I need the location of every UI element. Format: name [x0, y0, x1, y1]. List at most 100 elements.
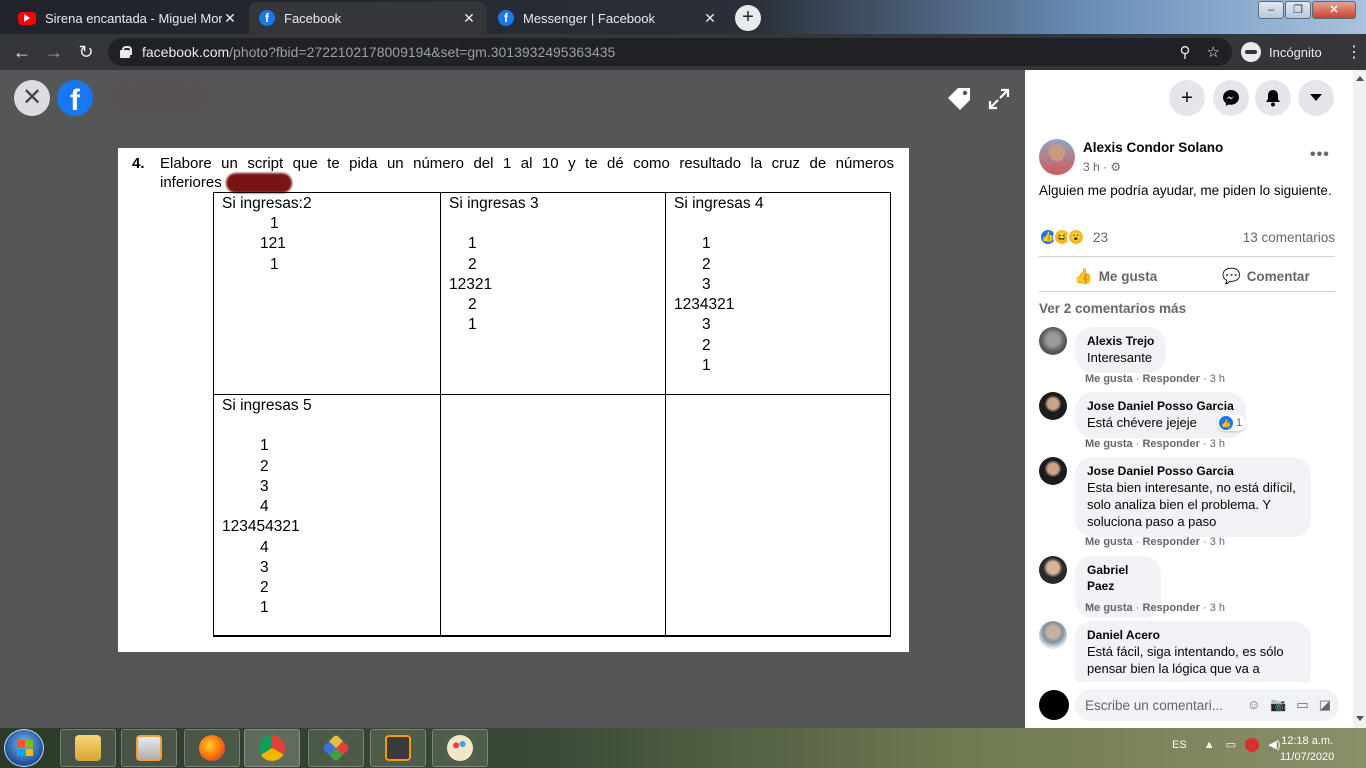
avatar[interactable]: [1039, 690, 1069, 720]
comment-reply-link[interactable]: Responder: [1142, 536, 1199, 548]
camera-icon[interactable]: 📷: [1270, 697, 1286, 713]
address-bar[interactable]: facebook.com/photo?fbid=2722102178009194…: [108, 38, 1232, 66]
clock-date: 11/07/2020: [1280, 751, 1335, 763]
scrollbar[interactable]: [1353, 70, 1366, 728]
avatar[interactable]: [1039, 139, 1075, 175]
comment-like-link[interactable]: Me gusta: [1085, 373, 1133, 385]
cell-line: 3: [260, 478, 269, 495]
media-player-icon: [136, 735, 162, 761]
comment-author[interactable]: Daniel Acero: [1087, 627, 1299, 643]
like-button[interactable]: 👍 Me gusta: [1074, 267, 1157, 285]
minimize-button[interactable]: –: [1258, 1, 1284, 19]
cell-header: Si ingresas 3: [449, 195, 539, 212]
comment-input[interactable]: Escribe un comentari... ☺ 📷 ▭ ◪: [1075, 689, 1339, 721]
taskbar-paint[interactable]: [432, 729, 488, 767]
close-tab-icon[interactable]: ✕: [702, 10, 718, 27]
gif-icon[interactable]: ▭: [1296, 697, 1308, 713]
taskbar-sublime[interactable]: [370, 729, 426, 767]
close-tab-icon[interactable]: ✕: [461, 10, 477, 27]
cell-header: Si ingresas 4: [674, 195, 764, 212]
comment-reply-link[interactable]: Responder: [1142, 438, 1199, 450]
comment-time[interactable]: 3 h: [1210, 438, 1225, 450]
avatar[interactable]: [1039, 392, 1067, 420]
comment-reply-link[interactable]: Responder: [1142, 602, 1199, 614]
create-plus-icon[interactable]: +: [1169, 80, 1205, 116]
avatar[interactable]: [1039, 621, 1067, 649]
reactions-summary[interactable]: 👍 😆 😮 23: [1039, 228, 1108, 246]
browser-menu-icon[interactable]: ⋮: [1346, 42, 1362, 62]
facebook-logo-icon[interactable]: f: [57, 80, 93, 117]
comment-count[interactable]: 13 comentarios: [1243, 230, 1335, 245]
taskbar-media-player[interactable]: [121, 729, 177, 767]
more-options-icon[interactable]: •••: [1310, 146, 1330, 164]
comment-author[interactable]: Jose Daniel Posso Garcia: [1087, 463, 1299, 479]
table-cell: Si ingresas:2 1 121 1: [213, 192, 441, 395]
comment-time[interactable]: 3 h: [1210, 536, 1225, 548]
comment-reply-link[interactable]: Responder: [1142, 373, 1199, 385]
comment-button[interactable]: 💬 Comentar: [1222, 267, 1310, 285]
tab-youtube[interactable]: Sirena encantada - Miguel Moral ✕: [8, 2, 248, 34]
scroll-up-arrow-icon[interactable]: [1356, 76, 1364, 81]
back-arrow-icon[interactable]: ←: [12, 42, 32, 62]
close-icon[interactable]: ✕: [14, 80, 50, 116]
volume-icon[interactable]: ◀): [1268, 739, 1280, 751]
comment-time[interactable]: 3 h: [1210, 602, 1225, 614]
taskbar-chrome[interactable]: [244, 729, 300, 767]
avatar[interactable]: [1039, 457, 1067, 485]
cell-line: 1: [260, 437, 269, 454]
comment-reaction-badge[interactable]: 👍 1: [1217, 415, 1247, 431]
notifications-bell-icon[interactable]: [1255, 80, 1291, 116]
zoom-icon[interactable]: ⚲: [1180, 43, 1191, 61]
fullscreen-icon[interactable]: [988, 88, 1010, 110]
close-tab-icon[interactable]: ✕: [222, 10, 238, 27]
network-icon[interactable]: ▭: [1226, 739, 1236, 751]
like-reaction-icon: 👍: [1219, 416, 1233, 430]
tag-icon[interactable]: [946, 86, 972, 112]
incognito-indicator[interactable]: Incógnito: [1233, 38, 1330, 66]
taskbar-file-explorer[interactable]: [60, 729, 116, 767]
language-indicator[interactable]: ES: [1172, 739, 1187, 751]
bookmark-star-icon[interactable]: ☆: [1207, 43, 1220, 61]
close-window-button[interactable]: ✕: [1312, 1, 1356, 19]
view-more-comments-link[interactable]: Ver 2 comentarios más: [1039, 301, 1186, 316]
start-button[interactable]: [4, 729, 44, 767]
comment-bubble: Jose Daniel Posso Garcia Esta bien inter…: [1075, 457, 1311, 537]
avatar[interactable]: [1039, 327, 1067, 355]
window-controls: – ❐ ✕: [1257, 1, 1356, 19]
windows-logo-icon: [17, 740, 33, 756]
tab-messenger[interactable]: f Messenger | Facebook ✕: [488, 2, 728, 34]
forward-arrow-icon[interactable]: →: [44, 42, 64, 62]
account-dropdown-icon[interactable]: [1298, 80, 1334, 116]
post-time[interactable]: 3 h ·: [1083, 160, 1107, 174]
comment-author[interactable]: Gabriel Paez: [1087, 562, 1149, 594]
comment-author[interactable]: Alexis Trejo: [1087, 333, 1154, 349]
comment-like-link[interactable]: Me gusta: [1085, 602, 1133, 614]
comment-text: Está fácil, siga intentando, es sólo pen…: [1087, 644, 1284, 676]
question-text: 4. Elabore un script que te pida un númer…: [132, 154, 894, 194]
comment-like-link[interactable]: Me gusta: [1085, 536, 1133, 548]
comment-time[interactable]: 3 h: [1210, 373, 1225, 385]
system-clock[interactable]: 12:18 a.m. 11/07/2020: [1280, 733, 1334, 765]
emoji-icon[interactable]: ☺: [1247, 697, 1260, 713]
tab-facebook[interactable]: f Facebook ✕: [249, 2, 487, 34]
messenger-icon[interactable]: [1213, 80, 1249, 116]
taskbar-app[interactable]: [308, 729, 364, 767]
post-author[interactable]: Alexis Condor Solano: [1083, 140, 1223, 155]
photo-viewer: ✕ f 4. Elabore un script que te pida un n…: [0, 70, 1025, 728]
new-tab-button[interactable]: +: [735, 5, 761, 31]
taskbar-firefox[interactable]: [184, 729, 240, 767]
scroll-down-arrow-icon[interactable]: [1356, 716, 1364, 721]
comment-like-count: 1: [1236, 417, 1243, 429]
maximize-button[interactable]: ❐: [1285, 1, 1311, 19]
avatar[interactable]: [1039, 556, 1067, 584]
sticker-icon[interactable]: ◪: [1319, 697, 1331, 713]
divider: [1039, 256, 1335, 257]
comment-like-link[interactable]: Me gusta: [1085, 438, 1133, 450]
cell-line: 2: [468, 296, 477, 313]
reload-icon[interactable]: ↻: [76, 42, 96, 62]
show-hidden-icons-icon[interactable]: ▲: [1204, 739, 1215, 751]
comment-actions: Me gusta · Responder · 3 h: [1085, 602, 1226, 614]
comment-author[interactable]: Jose Daniel Posso Garcia: [1087, 398, 1234, 414]
antivirus-icon[interactable]: [1245, 738, 1260, 753]
browser-tab-bar: Sirena encantada - Miguel Moral ✕ f Face…: [0, 0, 1366, 34]
